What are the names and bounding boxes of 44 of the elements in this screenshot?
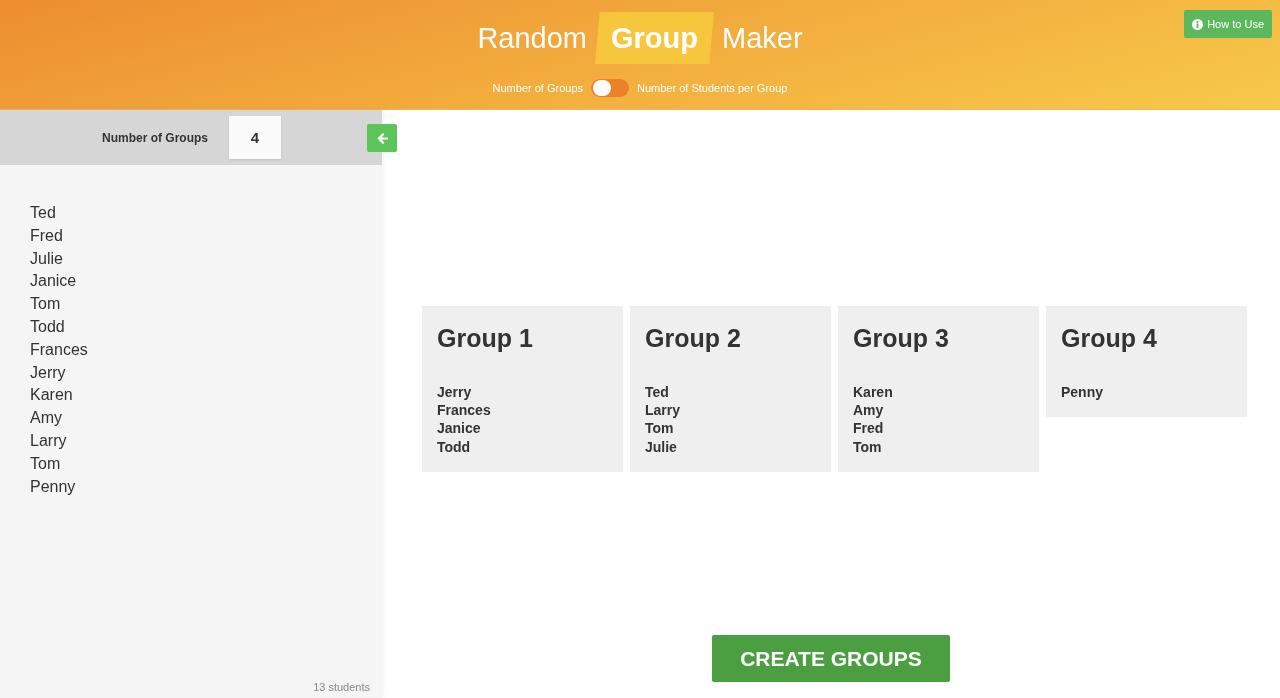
- group-title: Group 3: [853, 323, 949, 354]
- how-to-use-button[interactable]: How to Use: [1184, 10, 1272, 38]
- group-member: Jerry: [437, 383, 472, 402]
- app-title-word: Random: [476, 21, 588, 56]
- toggle-label: Number of Groups: [492, 82, 584, 94]
- student-name: Larry: [30, 430, 67, 451]
- group-title: Group 2: [645, 323, 741, 354]
- student-count: 13 students: [313, 681, 370, 693]
- student-name: Amy: [30, 408, 62, 429]
- group-member: Fred: [853, 419, 884, 438]
- group-member: Todd: [437, 437, 471, 456]
- group-title: Group 4: [1061, 323, 1157, 354]
- student-name: Frances: [30, 339, 88, 360]
- create-groups-button[interactable]: CREATE GROUPS: [712, 635, 950, 682]
- student-name: Todd: [30, 317, 65, 337]
- student-name: Janice: [30, 271, 77, 292]
- toggle-label: Number of Students per Group: [637, 82, 788, 94]
- arrow-left-icon: [376, 132, 388, 144]
- group-member: Tom: [645, 419, 674, 438]
- number-input[interactable]: 4: [229, 116, 281, 159]
- group-title: Group 1: [437, 323, 533, 354]
- group-member: Ted: [645, 383, 669, 402]
- student-name: Karen: [30, 385, 73, 406]
- group-member: Frances: [437, 401, 491, 420]
- collapse-button[interactable]: [367, 124, 397, 152]
- student-name: Tom: [30, 294, 61, 315]
- mode-switch[interactable]: [591, 79, 630, 97]
- student-name: Julie: [30, 248, 63, 269]
- student-name: Jerry: [30, 362, 66, 383]
- info-icon: [1192, 18, 1204, 30]
- app-title-word: Maker: [721, 21, 804, 56]
- group-member: Amy: [853, 401, 884, 420]
- student-name: Tom: [30, 453, 61, 474]
- group-member: Janice: [437, 419, 481, 438]
- group-member: Julie: [645, 437, 677, 456]
- field-label: Number of Groups: [102, 130, 208, 145]
- group-member: Larry: [645, 401, 681, 420]
- group-member: Penny: [1061, 383, 1103, 402]
- group-member: Tom: [853, 437, 882, 456]
- student-name: Penny: [30, 476, 76, 497]
- student-name: Fred: [30, 225, 63, 246]
- student-name: Ted: [30, 203, 56, 223]
- app-title-word: Group: [595, 12, 714, 64]
- group-member: Karen: [853, 383, 893, 402]
